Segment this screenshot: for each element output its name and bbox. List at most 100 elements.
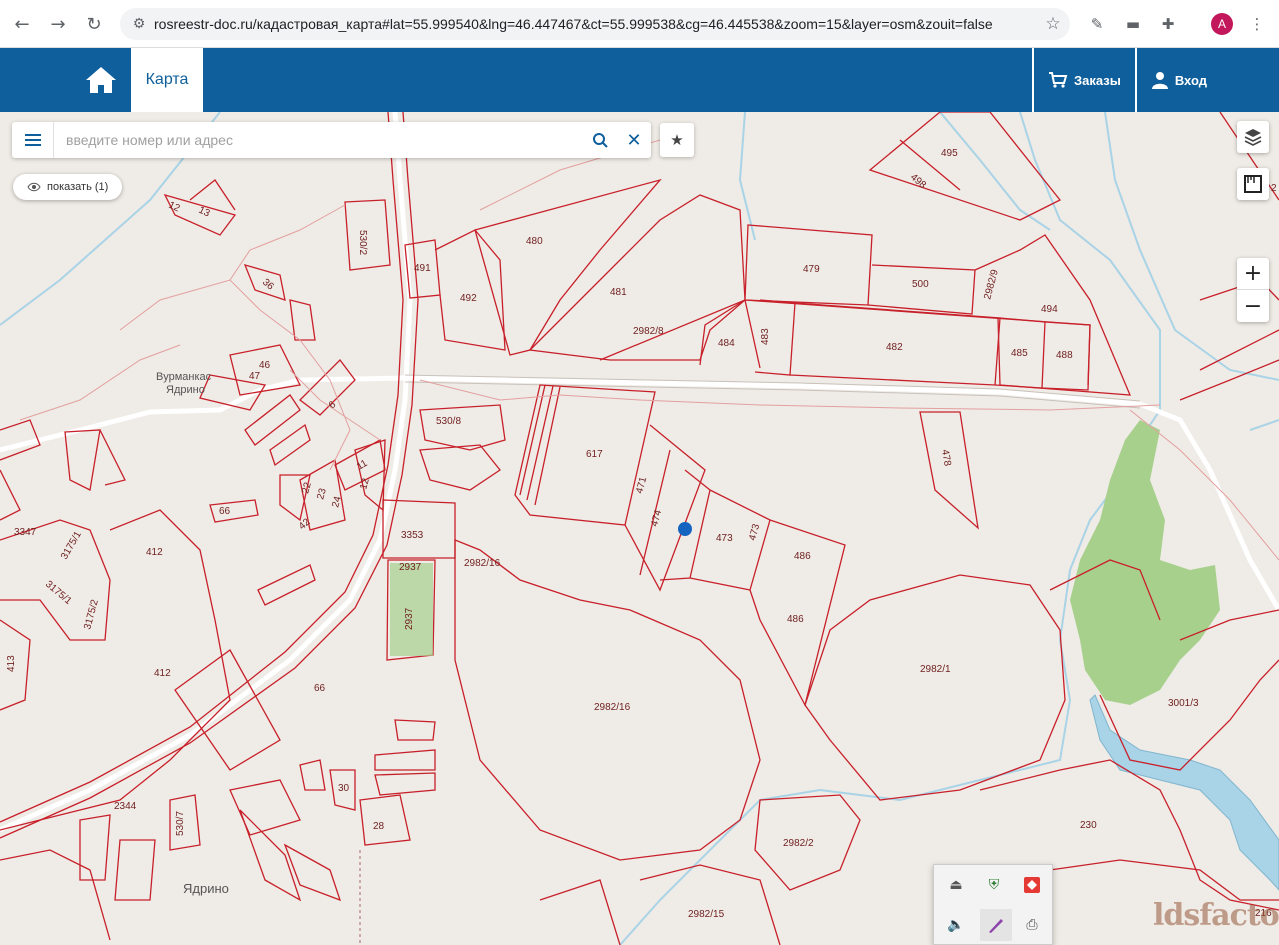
svg-text:491: 491 (414, 263, 431, 274)
speaker-icon[interactable]: 🔈 (944, 913, 968, 937)
bookmark-star-icon[interactable]: ☆ (1036, 14, 1070, 34)
zoom-in-button[interactable]: + (1237, 258, 1269, 290)
svg-text:Ядрино: Ядрино (183, 881, 229, 896)
login-label: Вход (1174, 72, 1207, 88)
svg-text:2982/15: 2982/15 (688, 909, 725, 920)
svg-text:13: 13 (197, 205, 212, 220)
svg-text:230: 230 (1080, 820, 1097, 831)
svg-text:471: 471 (634, 475, 649, 494)
favorites-star-icon[interactable]: ★ (660, 123, 694, 157)
extension-hat-icon[interactable]: ▬ (1121, 12, 1145, 36)
svg-text:530/7: 530/7 (175, 811, 186, 836)
svg-text:47: 47 (249, 371, 261, 382)
login-button[interactable]: Вход (1134, 48, 1279, 112)
svg-text:3001/3: 3001/3 (1168, 698, 1199, 709)
system-tray-popup: ⏏ ⛨ 🔈 ⎙ (933, 864, 1053, 945)
usb-icon[interactable]: ⏏ (944, 873, 968, 897)
orders-button[interactable]: Заказы (1032, 48, 1135, 112)
puzzle-icon[interactable]: ✚ (1156, 12, 1180, 36)
svg-text:3353: 3353 (401, 530, 424, 541)
svg-text:2982/9: 2982/9 (982, 268, 1001, 301)
svg-text:2982/1: 2982/1 (920, 664, 951, 675)
svg-text:24: 24 (330, 495, 344, 509)
eye-icon (27, 182, 41, 192)
clear-icon[interactable]: ✕ (617, 122, 651, 158)
svg-text:3175/1: 3175/1 (59, 529, 84, 561)
svg-text:Ядрино: Ядрино (166, 384, 205, 396)
layers-icon[interactable] (1237, 121, 1269, 153)
svg-text:492: 492 (460, 293, 477, 304)
browser-chrome: ← → ↻ ⚙ rosreestr-doc.ru/кадастровая_кар… (0, 0, 1279, 48)
svg-text:479: 479 (803, 264, 820, 275)
svg-text:46: 46 (259, 360, 271, 371)
shield-check-icon[interactable]: ⛨ (982, 873, 1006, 897)
svg-text:28: 28 (373, 821, 385, 832)
site-header: Карта Заказы Вход (0, 48, 1279, 112)
svg-text:36: 36 (260, 277, 276, 293)
parcel-labels: 495 498 480 530/2 491 492 481 479 500 29… (6, 129, 1277, 920)
svg-text:66: 66 (219, 506, 231, 517)
location-marker (678, 522, 692, 536)
forward-icon[interactable]: → (44, 10, 72, 38)
more-menu-icon[interactable]: ⋮ (1245, 12, 1269, 36)
zoom-controls: + − (1237, 258, 1269, 322)
svg-text:478: 478 (939, 449, 953, 468)
svg-text:486: 486 (787, 614, 804, 625)
svg-text:488: 488 (1056, 350, 1073, 361)
svg-text:23: 23 (315, 487, 329, 501)
cart-icon (1049, 72, 1068, 88)
svg-text:480: 480 (526, 236, 543, 247)
svg-text:3175/2: 3175/2 (82, 598, 101, 631)
svg-text:2982/2: 2982/2 (783, 838, 814, 849)
orders-label: Заказы (1074, 72, 1121, 88)
svg-text:473: 473 (747, 522, 762, 541)
show-results-button[interactable]: показать (1) (13, 174, 123, 200)
cadastral-map[interactable]: 495 498 480 530/2 491 492 481 479 500 29… (0, 112, 1279, 945)
svg-text:530/8: 530/8 (436, 416, 461, 427)
show-results-label: показать (1) (47, 181, 109, 193)
home-icon[interactable] (82, 62, 120, 98)
svg-text:412: 412 (154, 668, 171, 679)
zoom-out-button[interactable]: − (1237, 290, 1269, 322)
reload-icon[interactable]: ↻ (80, 10, 108, 38)
url-text[interactable]: rosreestr-doc.ru/кадастровая_карта#lat=5… (154, 16, 1036, 32)
svg-text:2937: 2937 (404, 607, 415, 630)
svg-text:6: 6 (327, 399, 339, 411)
forest-area (1070, 420, 1220, 705)
map-canvas: 495 498 480 530/2 491 492 481 479 500 29… (0, 112, 1279, 945)
printer-warning-icon[interactable]: ⎙ (1020, 913, 1044, 937)
svg-text:66: 66 (314, 683, 326, 694)
svg-text:412: 412 (146, 547, 163, 558)
svg-text:2982/16: 2982/16 (464, 558, 501, 569)
ruler-icon[interactable] (1237, 168, 1269, 200)
svg-text:474: 474 (649, 508, 664, 527)
svg-text:500: 500 (912, 279, 929, 290)
search-box: ✕ (12, 122, 651, 158)
user-icon (1151, 72, 1168, 89)
svg-text:3175/1: 3175/1 (43, 579, 74, 607)
svg-text:2982/16: 2982/16 (594, 702, 631, 713)
svg-text:473: 473 (716, 533, 733, 544)
profile-avatar[interactable]: A (1211, 13, 1233, 35)
tab-map[interactable]: Карта (131, 48, 203, 112)
svg-text:486: 486 (794, 551, 811, 562)
svg-text:2344: 2344 (114, 801, 137, 812)
svg-text:530/2: 530/2 (357, 230, 368, 255)
site-settings-icon[interactable]: ⚙ (124, 16, 154, 32)
anydesk-icon[interactable] (1020, 873, 1044, 897)
svg-text:12: 12 (358, 477, 372, 491)
menu-icon[interactable] (12, 122, 54, 158)
roads (0, 112, 1279, 833)
pen-icon[interactable] (980, 909, 1012, 941)
svg-text:413: 413 (6, 655, 17, 672)
svg-text:484: 484 (718, 338, 735, 349)
watermark-logo: ldsfactory (1153, 898, 1279, 933)
search-input[interactable] (54, 132, 583, 148)
local-roads (19, 139, 1279, 561)
extension-icon[interactable]: ✎ (1085, 12, 1109, 36)
svg-text:22: 22 (300, 481, 314, 495)
back-icon[interactable]: ← (8, 10, 36, 38)
svg-text:2982/8: 2982/8 (633, 326, 664, 337)
search-icon[interactable] (583, 122, 617, 158)
address-bar[interactable]: ⚙ rosreestr-doc.ru/кадастровая_карта#lat… (120, 8, 1070, 40)
